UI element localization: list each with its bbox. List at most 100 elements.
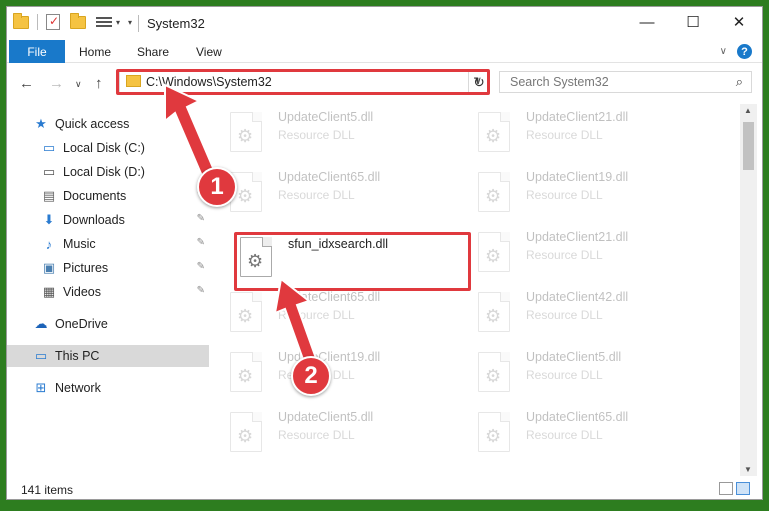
sidebar-item-local-disk-c[interactable]: ▭ Local Disk (C:): [7, 137, 209, 159]
minimize-button[interactable]: —: [624, 7, 670, 37]
expand-ribbon-icon[interactable]: ∨: [720, 46, 727, 57]
back-button[interactable]: ←: [19, 75, 34, 92]
file-item[interactable]: ⚙ UpdateClient21.dll Resource DLL: [460, 104, 700, 160]
file-item[interactable]: ⚙ UpdateClient21.dll Resource DLL: [460, 224, 700, 280]
sidebar-item-label: Network: [55, 381, 101, 395]
computer-icon: ▭: [34, 348, 48, 363]
videos-icon: ▦: [42, 284, 56, 299]
file-name: sfun_idxsearch.dll: [288, 237, 389, 251]
properties-icon[interactable]: [46, 14, 60, 30]
search-placeholder: Search System32: [510, 75, 609, 89]
file-item[interactable]: ⚙ UpdateClient19.dll Resource DLL: [460, 164, 700, 220]
drive-icon: ▭: [42, 140, 56, 155]
forward-button[interactable]: →: [49, 75, 64, 92]
dll-file-icon: ⚙: [230, 412, 262, 452]
item-count: 141 items: [21, 483, 74, 497]
file-type: Resource DLL: [526, 188, 603, 202]
file-item-target[interactable]: ⚙ sfun_idxsearch.dll: [222, 229, 462, 285]
pictures-icon: ▣: [42, 260, 56, 275]
tab-home[interactable]: Home: [79, 45, 111, 59]
window-controls: — ☐ ✕: [624, 7, 762, 37]
star-icon: ★: [35, 116, 47, 131]
up-button[interactable]: ↑: [95, 75, 103, 92]
pin-icon[interactable]: ✎: [197, 237, 205, 248]
large-icons-view-icon[interactable]: [736, 482, 750, 495]
download-icon: ⬇: [43, 212, 55, 227]
sidebar-item-pictures[interactable]: ▣ Pictures ✎: [7, 257, 209, 279]
tab-view[interactable]: View: [196, 45, 222, 59]
file-name: UpdateClient5.dll: [278, 110, 374, 124]
sidebar-item-label: Pictures: [63, 261, 109, 275]
file-name: UpdateClient65.dll: [278, 290, 381, 304]
help-icon[interactable]: ?: [737, 44, 752, 59]
file-item[interactable]: ⚙ UpdateClient65.dll Resource DLL: [212, 284, 452, 340]
scroll-up-icon[interactable]: ▲: [744, 106, 752, 115]
tab-share[interactable]: Share: [137, 45, 169, 59]
file-item[interactable]: ⚙ UpdateClient42.dll Resource DLL: [460, 284, 700, 340]
sidebar-item-quick-access[interactable]: ★ Quick access: [7, 113, 209, 135]
sidebar-item-documents[interactable]: ▤ Documents ✎: [7, 185, 209, 207]
recent-locations-icon[interactable]: ∨: [75, 79, 82, 90]
search-input[interactable]: Search System32 ⌕: [499, 71, 752, 93]
dll-file-icon: ⚙: [478, 232, 510, 272]
file-item[interactable]: ⚙ UpdateClient19.dll Resource DLL: [212, 344, 452, 400]
divider: [138, 15, 139, 32]
file-item[interactable]: ⚙ UpdateClient65.dll Resource DLL: [212, 164, 452, 220]
tab-file[interactable]: File: [9, 40, 65, 63]
quick-access-toolbar: ▾ ▾: [13, 12, 132, 30]
dll-file-icon: ⚙: [478, 112, 510, 152]
sidebar-item-label: This PC: [55, 349, 100, 363]
details-view-icon[interactable]: [719, 482, 733, 495]
chevron-down-icon[interactable]: ▾: [116, 18, 120, 27]
cloud-icon: ☁: [34, 316, 48, 331]
file-item[interactable]: ⚙ UpdateClient5.dll Resource DLL: [212, 404, 452, 460]
sidebar-item-label: Music: [63, 237, 96, 251]
maximize-button[interactable]: ☐: [670, 7, 716, 37]
sidebar-item-downloads[interactable]: ⬇ Downloads ✎: [7, 209, 209, 231]
sidebar-item-music[interactable]: ♪ Music ✎: [7, 233, 209, 255]
pin-icon[interactable]: ✎: [197, 261, 205, 272]
dll-file-icon: ⚙: [240, 237, 272, 277]
file-type: Resource DLL: [526, 368, 603, 382]
gear-icon: ⚙: [237, 306, 254, 326]
file-item[interactable]: ⚙ UpdateClient5.dll Resource DLL: [460, 344, 700, 400]
file-name: UpdateClient42.dll: [526, 290, 629, 304]
pin-icon[interactable]: ✎: [197, 213, 205, 224]
view-options-icon[interactable]: [96, 15, 112, 29]
file-type: Resource DLL: [278, 428, 355, 442]
file-item[interactable]: ⚙ UpdateClient65.dll Resource DLL: [460, 404, 700, 460]
sidebar-item-videos[interactable]: ▦ Videos ✎: [7, 281, 209, 303]
folder-icon: [126, 75, 141, 87]
close-button[interactable]: ✕: [716, 7, 762, 37]
status-bar: 141 items: [7, 477, 762, 499]
scroll-down-icon[interactable]: ▼: [744, 465, 752, 474]
customize-toolbar-icon[interactable]: ▾: [128, 18, 132, 27]
ribbon-tabs: File Home Share View ∨ ?: [7, 39, 762, 63]
gear-icon: ⚙: [237, 366, 254, 386]
refresh-button[interactable]: ↻: [468, 71, 490, 93]
sidebar-item-local-disk-d[interactable]: ▭ Local Disk (D:) ✎: [7, 161, 209, 183]
file-item[interactable]: ⚙ UpdateClient5.dll Resource DLL: [212, 104, 452, 160]
sidebar-item-this-pc[interactable]: ▭ This PC: [7, 345, 209, 367]
gear-icon: ⚙: [247, 251, 264, 271]
new-folder-icon[interactable]: [70, 12, 86, 29]
sidebar-item-label: Documents: [63, 189, 127, 203]
vertical-scrollbar[interactable]: ▲ ▼: [740, 104, 757, 476]
file-type: Resource DLL: [278, 128, 355, 142]
file-type: Resource DLL: [526, 308, 603, 322]
dll-file-icon: ⚙: [478, 292, 510, 332]
pin-icon[interactable]: ✎: [197, 285, 205, 296]
gear-icon: ⚙: [485, 306, 502, 326]
ribbon-controls: ∨ ?: [720, 44, 752, 59]
dll-file-icon: ⚙: [230, 352, 262, 392]
sidebar-item-network[interactable]: ⊞ Network: [7, 377, 209, 399]
sidebar-item-onedrive[interactable]: ☁ OneDrive: [7, 313, 209, 335]
title-bar: ▾ ▾ System32 — ☐ ✕: [7, 7, 762, 39]
annotation-badge-2: 2: [291, 356, 331, 396]
file-type: Resource DLL: [526, 128, 603, 142]
scrollbar-thumb[interactable]: [743, 122, 754, 170]
search-icon: ⌕: [735, 74, 743, 89]
sidebar-item-label: Local Disk (D:): [63, 165, 145, 179]
address-bar[interactable]: C:\Windows\System32 ∨: [119, 71, 489, 93]
file-name: UpdateClient21.dll: [526, 230, 629, 244]
